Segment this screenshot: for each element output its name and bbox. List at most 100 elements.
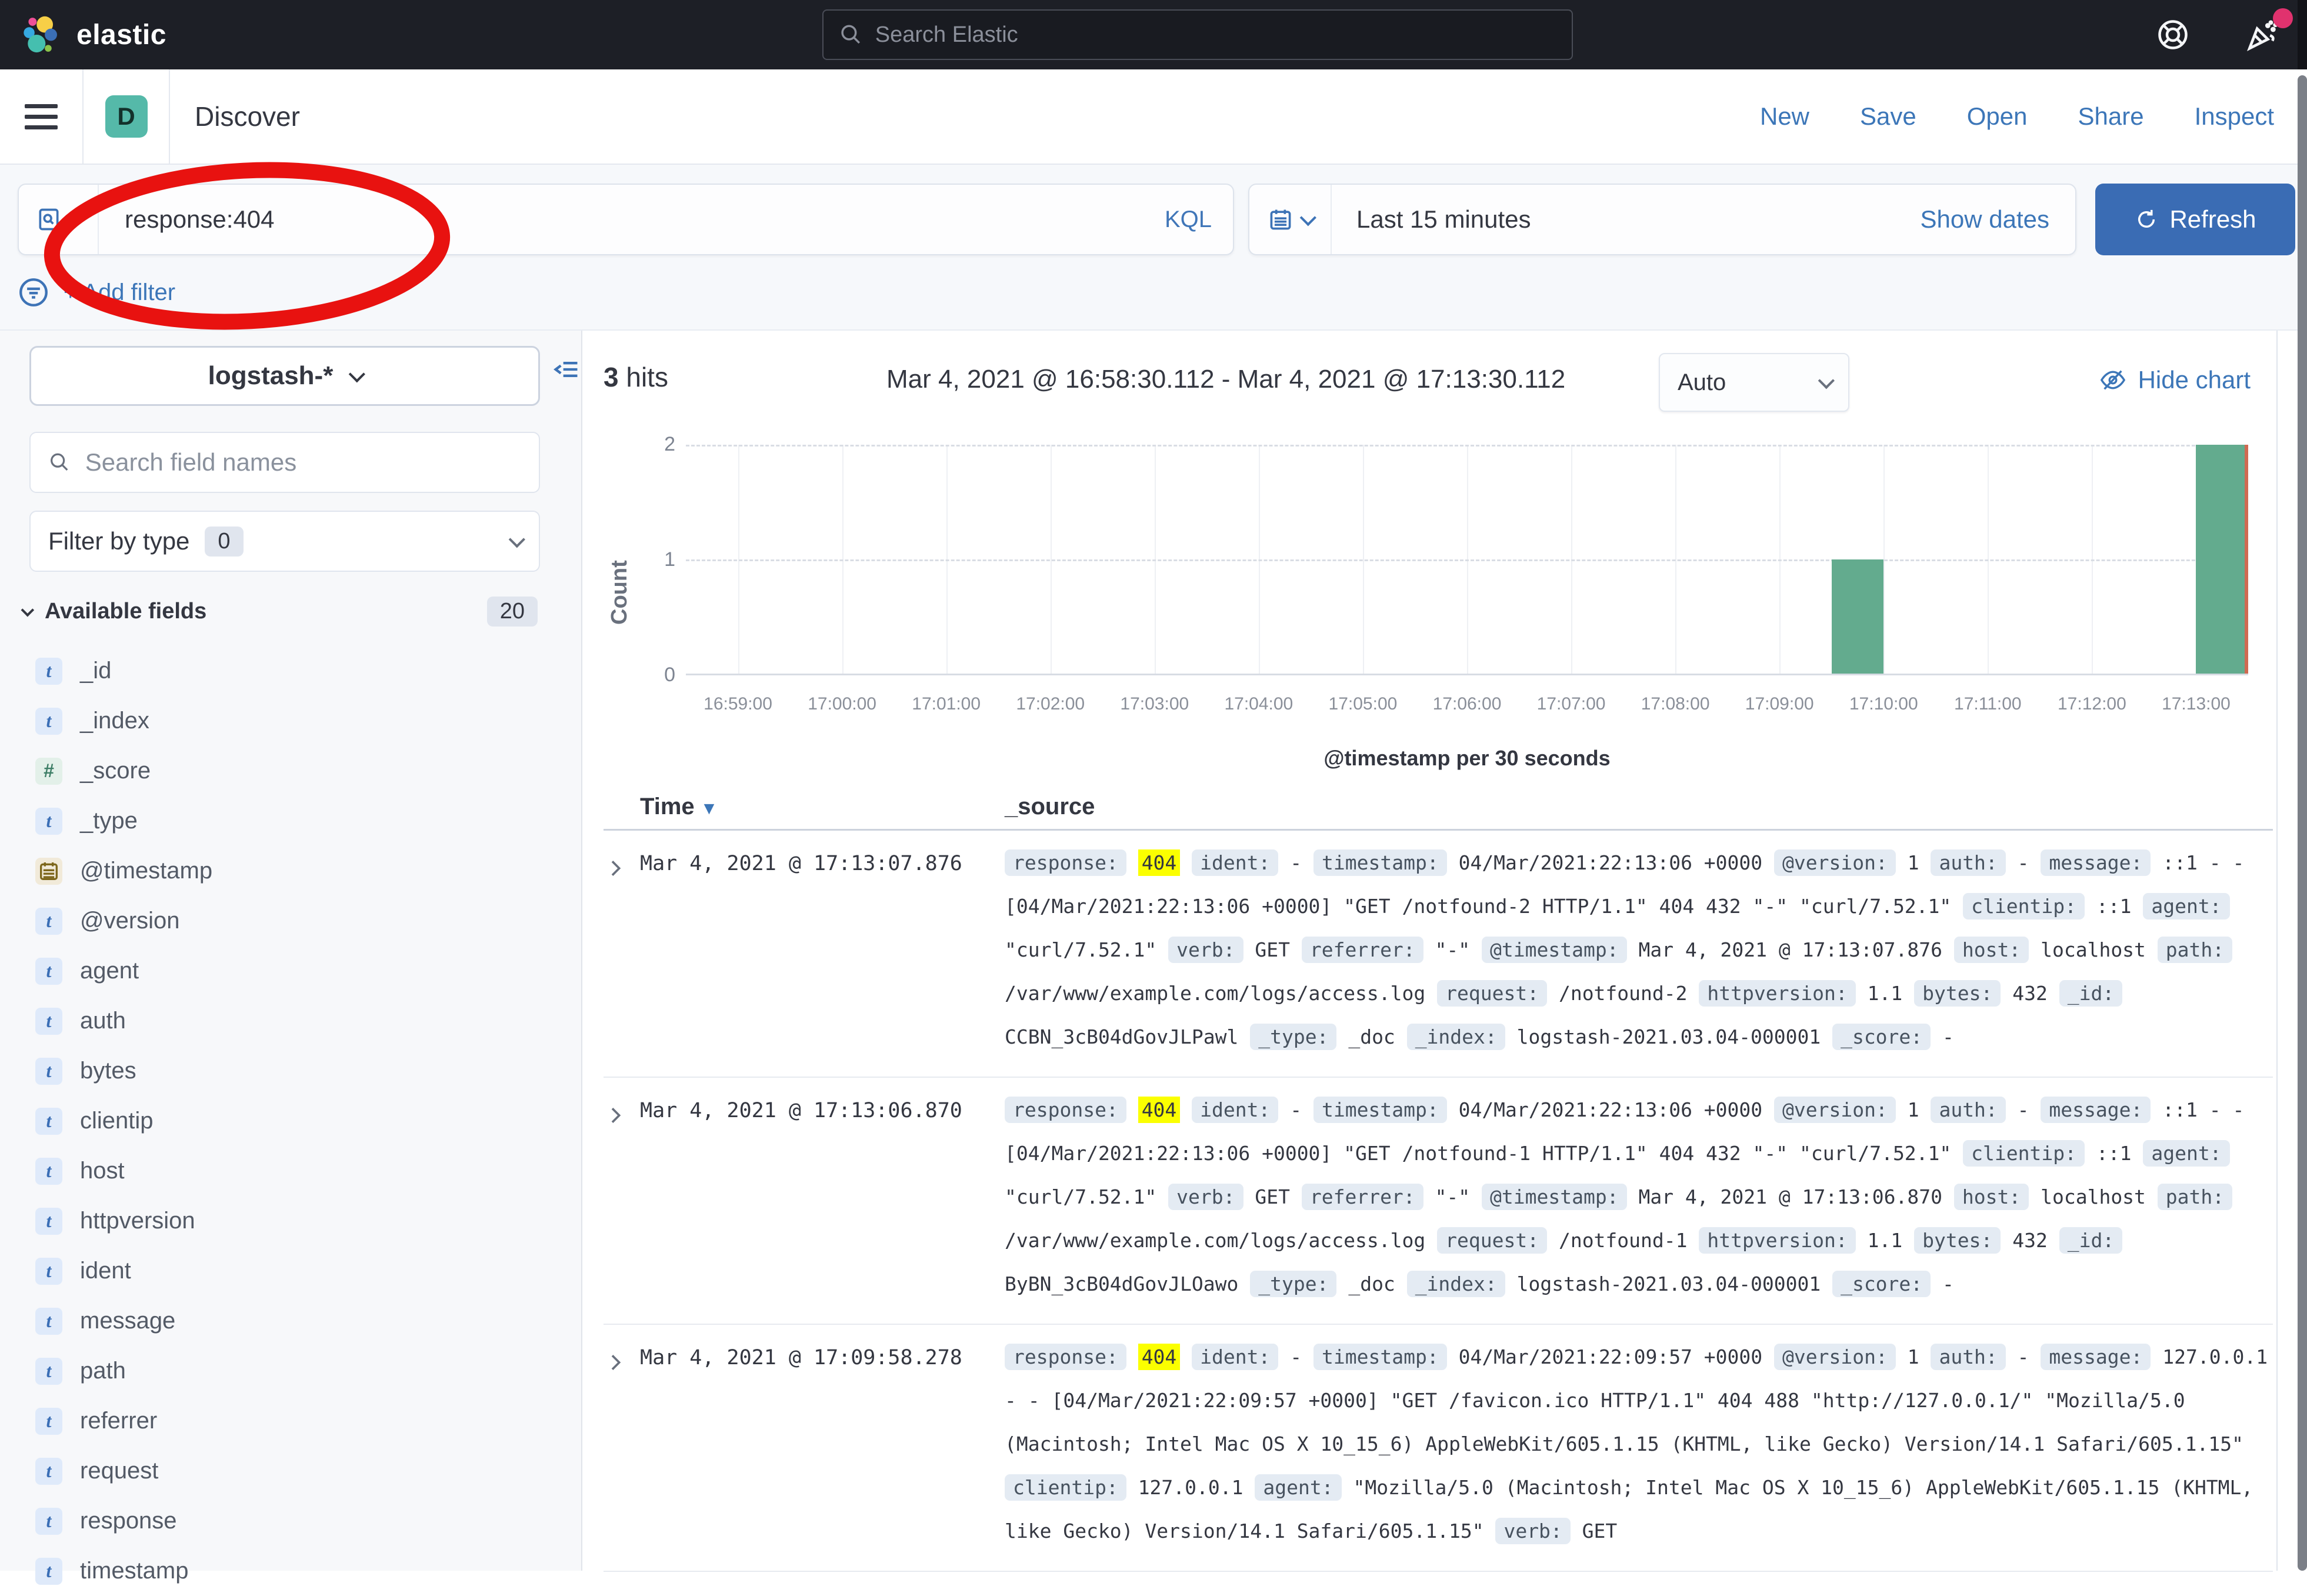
field-name-pill: agent:	[2143, 893, 2229, 919]
toolbar-action-inspect[interactable]: Inspect	[2195, 102, 2274, 131]
field-name: @timestamp	[80, 858, 212, 884]
field-search-input[interactable]	[85, 448, 521, 477]
field-item-agent[interactable]: tagent	[35, 946, 565, 996]
field-name-pill: _index:	[1407, 1271, 1505, 1297]
field-item-response[interactable]: tresponse	[35, 1496, 565, 1546]
source-text: 1.1	[1868, 1229, 1903, 1252]
add-filter-button[interactable]: + Add filter	[64, 279, 175, 306]
global-header: elastic	[0, 0, 2307, 69]
field-name-pill: @timestamp:	[1482, 937, 1627, 963]
toolbar-action-open[interactable]: Open	[1967, 102, 2028, 131]
time-range-value[interactable]: Last 15 minutes	[1332, 205, 1531, 234]
divider	[169, 69, 170, 164]
field-item-_id[interactable]: t_id	[35, 646, 565, 696]
x-axis-tick-label: 17:03:00	[1120, 694, 1189, 714]
expand-row-icon[interactable]	[604, 852, 640, 1059]
field-item-@timestamp[interactable]: @timestamp	[35, 846, 565, 896]
field-item-request[interactable]: trequest	[35, 1446, 565, 1496]
filter-by-type-button[interactable]: Filter by type 0	[29, 511, 540, 572]
discover-app-badge[interactable]: D	[105, 95, 148, 138]
source-text: -	[1290, 851, 1302, 874]
histogram-bar[interactable]	[1832, 559, 1884, 674]
query-input[interactable]	[99, 205, 1144, 234]
scrollbar-thumb[interactable]	[2298, 75, 2307, 1571]
interval-select[interactable]: Auto	[1659, 353, 1849, 412]
y-axis-tick-label: 1	[640, 548, 675, 571]
source-text: ::1	[2096, 1142, 2132, 1165]
histogram-bar[interactable]	[2196, 445, 2248, 674]
brand-name: elastic	[76, 19, 166, 51]
global-search[interactable]	[822, 9, 1573, 60]
field-name-pill: response:	[1005, 1344, 1126, 1370]
field-item-path[interactable]: tpath	[35, 1346, 565, 1396]
source-text: 04/Mar/2021:22:09:57 +0000	[1459, 1345, 1763, 1368]
source-text: 04/Mar/2021:22:13:06 +0000	[1459, 851, 1763, 874]
field-name: auth	[80, 1008, 126, 1034]
help-icon[interactable]	[2155, 17, 2191, 52]
field-item-timestamp[interactable]: ttimestamp	[35, 1546, 565, 1596]
toolbar-action-save[interactable]: Save	[1860, 102, 1916, 131]
show-dates-button[interactable]: Show dates	[1921, 205, 2075, 234]
source-text: CCBN_3cB04dGovJLPawl	[1005, 1025, 1238, 1048]
elastic-brand: elastic	[22, 13, 166, 56]
source-text: GET	[1255, 1185, 1290, 1208]
field-item-message[interactable]: tmessage	[35, 1296, 565, 1346]
highlighted-match: 404	[1138, 849, 1181, 876]
field-name: _index	[80, 708, 149, 734]
field-item-_type[interactable]: t_type	[35, 796, 565, 846]
field-item-host[interactable]: thost	[35, 1146, 565, 1196]
field-name: message	[80, 1308, 175, 1334]
x-axis-tick-label: 16:59:00	[704, 694, 772, 714]
field-item-clientip[interactable]: tclientip	[35, 1096, 565, 1146]
expand-row-icon[interactable]	[604, 1099, 640, 1306]
menu-icon[interactable]	[25, 104, 58, 129]
source-text: _doc	[1348, 1272, 1395, 1295]
discover-main: 3 hits Mar 4, 2021 @ 16:58:30.112 - Mar …	[584, 331, 2307, 1571]
x-axis-title: @timestamp per 30 seconds	[686, 746, 2248, 771]
chevron-down-icon[interactable]	[21, 603, 35, 617]
field-item-referrer[interactable]: treferrer	[35, 1396, 565, 1446]
expand-row-icon[interactable]	[604, 1346, 640, 1553]
field-name: _type	[80, 808, 138, 834]
field-item-bytes[interactable]: tbytes	[35, 1046, 565, 1096]
field-item-@version[interactable]: t@version	[35, 896, 565, 946]
field-name-pill: agent:	[2143, 1140, 2229, 1167]
index-pattern-selector[interactable]: logstash-*	[29, 346, 540, 406]
string-type-icon: t	[35, 1008, 62, 1035]
field-item-ident[interactable]: tident	[35, 1246, 565, 1296]
row-timestamp: Mar 4, 2021 @ 17:09:58.278	[640, 1346, 1005, 1553]
saved-query-menu[interactable]	[19, 185, 99, 254]
field-name-pill: ident:	[1192, 1344, 1278, 1370]
panel-edge	[2276, 331, 2278, 1571]
string-type-icon: t	[35, 1558, 62, 1585]
field-name: @version	[80, 908, 180, 934]
field-item-_score[interactable]: #_score	[35, 746, 565, 796]
field-item-httpversion[interactable]: thttpversion	[35, 1196, 565, 1246]
source-text: -	[1290, 1098, 1302, 1121]
source-text: "curl/7.52.1"	[1005, 1185, 1156, 1208]
field-name-pill: @version:	[1774, 1344, 1896, 1370]
source-text: Mar 4, 2021 @ 17:13:07.876	[1638, 938, 1942, 961]
documents-table: Time▼ _source Mar 4, 2021 @ 17:13:07.876…	[604, 785, 2273, 1572]
hide-chart-button[interactable]: Hide chart	[2099, 366, 2251, 394]
field-name-pill: _score:	[1832, 1024, 1931, 1050]
global-search-input[interactable]	[875, 22, 1556, 48]
column-header-time[interactable]: Time▼	[640, 794, 1005, 820]
toolbar-action-share[interactable]: Share	[2078, 102, 2144, 131]
query-language-button[interactable]: KQL	[1144, 206, 1233, 233]
toolbar-action-new[interactable]: New	[1760, 102, 1809, 131]
field-item-_index[interactable]: t_index	[35, 696, 565, 746]
collapse-sidebar-icon[interactable]	[551, 354, 581, 388]
string-type-icon: t	[35, 1258, 62, 1285]
source-text: 432	[2012, 1229, 2048, 1252]
field-name-pill: message:	[2041, 1344, 2151, 1370]
source-text: ::1	[2096, 895, 2132, 918]
refresh-button[interactable]: Refresh	[2095, 184, 2295, 255]
field-name-pill: clientip:	[1963, 1140, 2085, 1167]
field-item-auth[interactable]: tauth	[35, 996, 565, 1046]
field-name-pill: bytes:	[1914, 1227, 2001, 1254]
time-picker-menu[interactable]	[1249, 185, 1332, 254]
string-type-icon: t	[35, 1158, 62, 1185]
source-text: logstash-2021.03.04-000001	[1517, 1272, 1821, 1295]
source-text: -	[2018, 1098, 2029, 1121]
